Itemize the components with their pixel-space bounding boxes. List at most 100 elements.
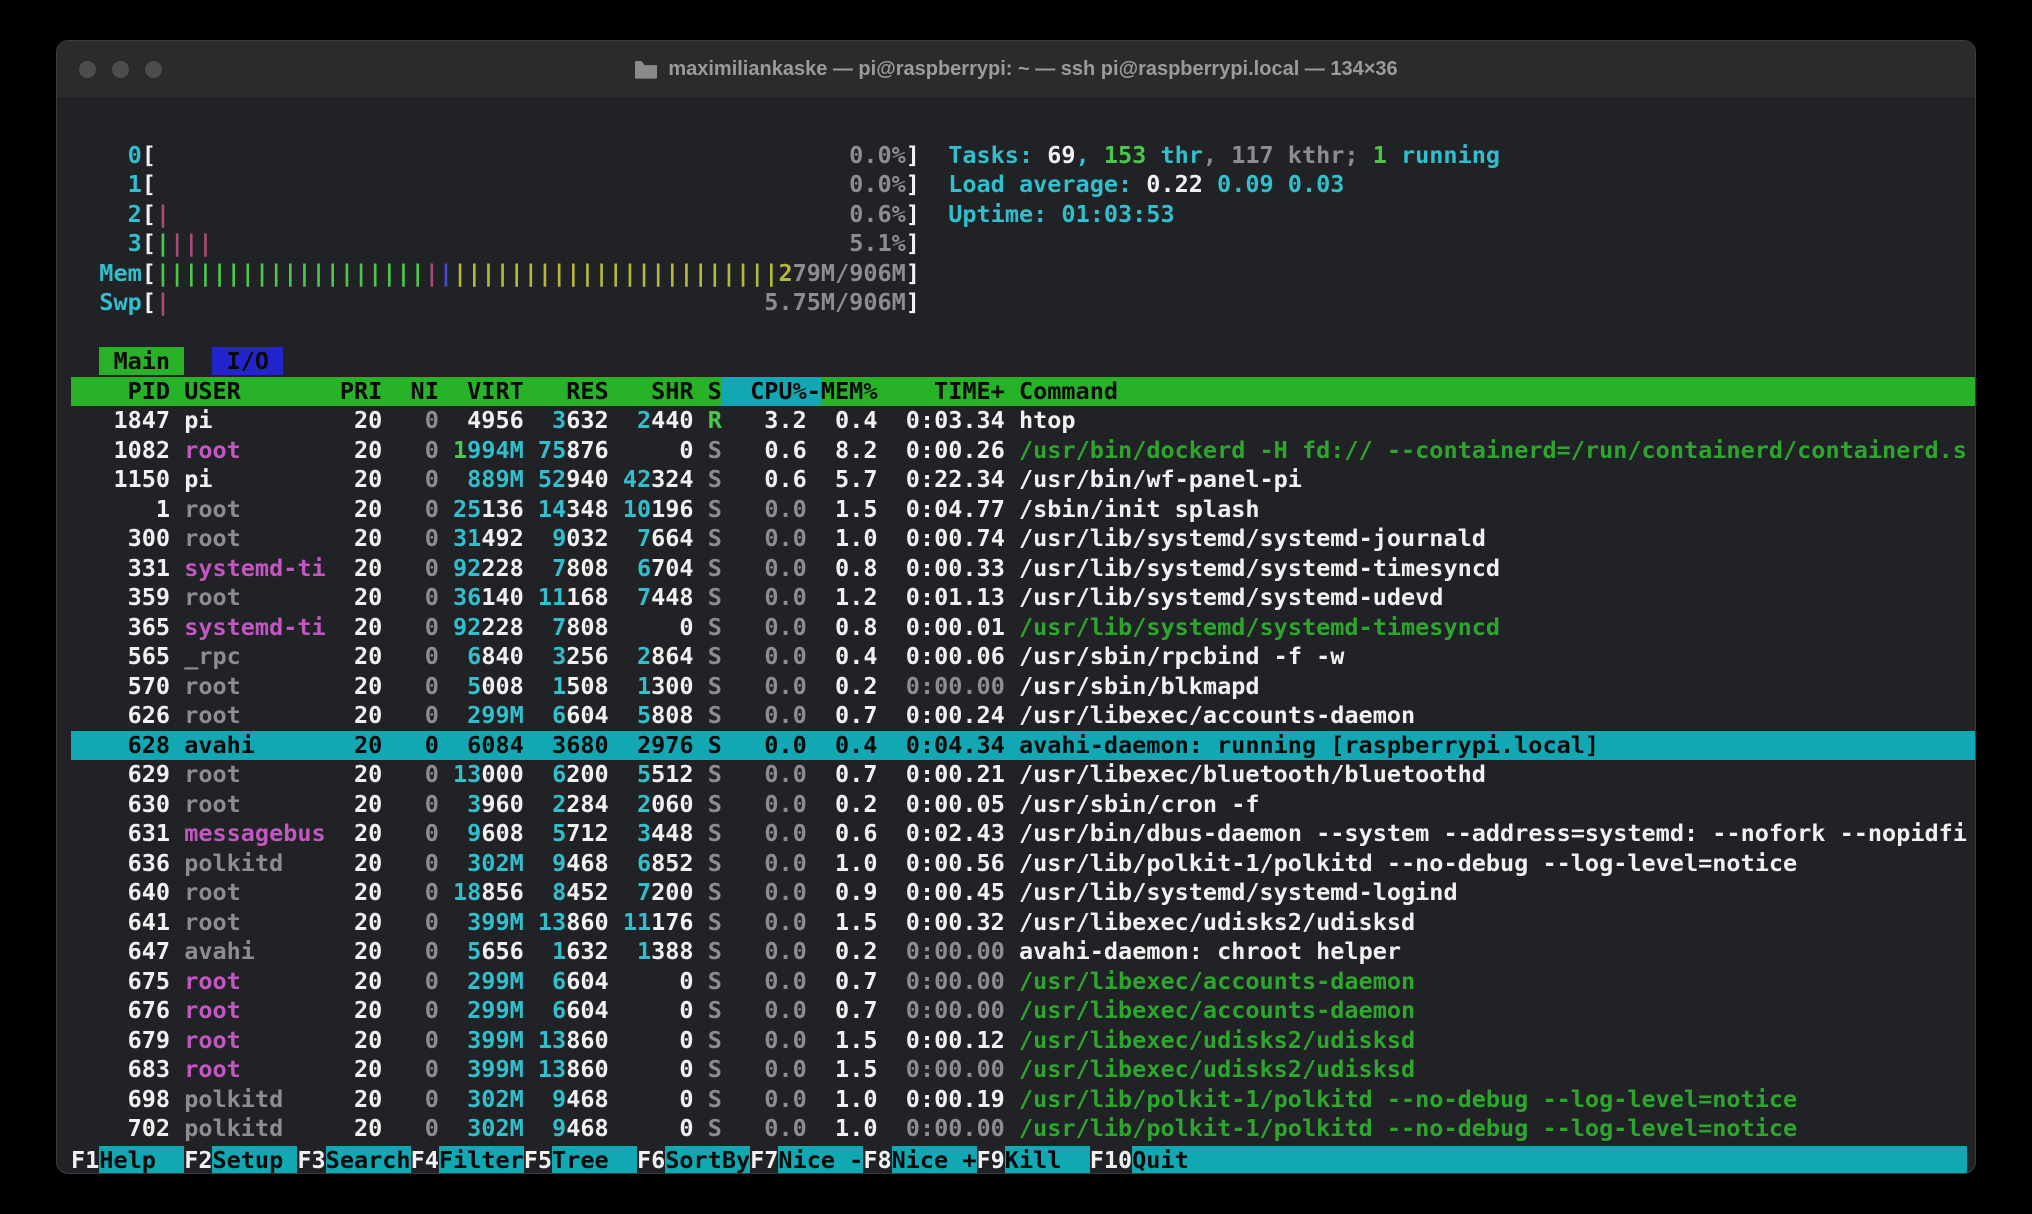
- process-row-300[interactable]: 300 root 20 0 31492 9032 7664 S 0.0 1.0 …: [71, 524, 1975, 554]
- process-row-630[interactable]: 630 root 20 0 3960 2284 2060 S 0.0 0.2 0…: [71, 790, 1975, 820]
- process-user: root: [184, 583, 325, 611]
- process-row-631[interactable]: 631 messagebus 20 0 9608 5712 3448 S 0.0…: [71, 819, 1975, 849]
- column-header-res[interactable]: RES: [524, 377, 609, 405]
- process-nice: 0: [382, 760, 439, 788]
- process-time: 0:00.00: [878, 937, 1005, 965]
- process-row-1[interactable]: 1 root 20 0 25136 14348 10196 S 0.0 1.5 …: [71, 495, 1975, 525]
- process-row-641[interactable]: 641 root 20 0 399M 13860 11176 S 0.0 1.5…: [71, 908, 1975, 938]
- process-pid: 565: [71, 642, 184, 670]
- process-row-628[interactable]: 628 avahi 20 0 6084 3680 2976 S 0.0 0.4 …: [71, 731, 1975, 761]
- process-time: 0:00.74: [878, 524, 1005, 552]
- process-state: S: [694, 672, 722, 700]
- window-title-text: maximiliankaske — pi@raspberrypi: ~ — ss…: [668, 58, 1397, 81]
- process-command: /usr/lib/systemd/systemd-timesyncd: [1005, 613, 1500, 641]
- column-header-ni[interactable]: NI: [382, 377, 439, 405]
- tab-main[interactable]: Main: [99, 347, 184, 375]
- process-command: /usr/libexec/accounts-daemon: [1005, 701, 1415, 729]
- process-cpu: 0.0: [722, 701, 807, 729]
- minimize-button-icon[interactable]: [112, 61, 129, 78]
- process-nice: 0: [382, 849, 439, 877]
- tab-io[interactable]: I/O: [212, 347, 283, 375]
- process-command: /usr/sbin/cron -f: [1005, 790, 1260, 818]
- process-row-331[interactable]: 331 systemd-ti 20 0 92228 7808 6704 S 0.…: [71, 554, 1975, 584]
- process-time: 0:00.56: [878, 849, 1005, 877]
- process-mem: 1.5: [807, 1055, 878, 1083]
- process-user: root: [184, 1026, 325, 1054]
- column-header-pri[interactable]: PRI: [326, 377, 383, 405]
- fkey-setup[interactable]: F2Setup: [184, 1146, 297, 1174]
- process-state: S: [694, 760, 722, 788]
- fkey-quit[interactable]: F10Quit: [1090, 1146, 1217, 1174]
- fkey-kill[interactable]: F9Kill: [977, 1146, 1090, 1174]
- process-row-1150[interactable]: 1150 pi 20 0 889M 52940 42324 S 0.6 5.7 …: [71, 465, 1975, 495]
- fkey-nice-[interactable]: F8Nice +: [863, 1146, 976, 1174]
- column-header-mem[interactable]: MEM%: [821, 377, 878, 405]
- process-user: root: [184, 878, 325, 906]
- cpu2-meter: 2[| 0.6%] Uptime: 01:03:53: [71, 200, 1975, 230]
- fkey-tree[interactable]: F5Tree: [524, 1146, 637, 1174]
- process-nice: 0: [382, 819, 439, 847]
- process-pid: 630: [71, 790, 184, 818]
- process-row-636[interactable]: 636 polkitd 20 0 302M 9468 6852 S 0.0 1.…: [71, 849, 1975, 879]
- column-header-shr[interactable]: SHR: [609, 377, 694, 405]
- column-header-pid[interactable]: PID: [71, 377, 184, 405]
- process-row-702[interactable]: 702 polkitd 20 0 302M 9468 0 S 0.0 1.0 0…: [71, 1114, 1975, 1144]
- process-row-365[interactable]: 365 systemd-ti 20 0 92228 7808 0 S 0.0 0…: [71, 613, 1975, 643]
- process-pid: 641: [71, 908, 184, 936]
- fkey-help[interactable]: F1Help: [71, 1146, 184, 1174]
- process-mem: 1.5: [807, 495, 878, 523]
- process-priority: 20: [326, 790, 383, 818]
- process-cpu: 0.0: [722, 495, 807, 523]
- process-row-679[interactable]: 679 root 20 0 399M 13860 0 S 0.0 1.5 0:0…: [71, 1026, 1975, 1056]
- process-user: systemd-ti: [184, 613, 325, 641]
- process-row-675[interactable]: 675 root 20 0 299M 6604 0 S 0.0 0.7 0:00…: [71, 967, 1975, 997]
- process-cpu: 0.0: [722, 554, 807, 582]
- process-row-565[interactable]: 565 _rpc 20 0 6840 3256 2864 S 0.0 0.4 0…: [71, 642, 1975, 672]
- folder-icon: [634, 60, 658, 79]
- window-title: maximiliankaske — pi@raspberrypi: ~ — ss…: [634, 58, 1397, 81]
- column-header-cpu-sorted[interactable]: CPU%-: [722, 377, 821, 405]
- process-command: /usr/lib/polkit-1/polkitd --no-debug --l…: [1005, 849, 1797, 877]
- process-row-1082[interactable]: 1082 root 20 0 1994M 75876 0 S 0.6 8.2 0…: [71, 436, 1975, 466]
- process-state: S: [694, 554, 722, 582]
- process-time: 0:00.45: [878, 878, 1005, 906]
- column-header-state[interactable]: S: [694, 377, 722, 405]
- column-header-command[interactable]: Command: [1005, 377, 1118, 405]
- process-mem: 0.6: [807, 819, 878, 847]
- meter-bars: |||||||||||||||||||||||: [453, 259, 778, 287]
- process-cpu: 0.0: [722, 937, 807, 965]
- terminal-content[interactable]: 0[ 0.0%] Tasks: 69, 153 thr, 117 kthr; 1…: [57, 99, 1975, 1174]
- process-row-698[interactable]: 698 polkitd 20 0 302M 9468 0 S 0.0 1.0 0…: [71, 1085, 1975, 1115]
- process-row-626[interactable]: 626 root 20 0 299M 6604 5808 S 0.0 0.7 0…: [71, 701, 1975, 731]
- process-nice: 0: [382, 996, 439, 1024]
- process-nice: 0: [382, 672, 439, 700]
- fkey-sortby[interactable]: F6SortBy: [637, 1146, 750, 1174]
- process-cpu: 0.0: [722, 996, 807, 1024]
- process-row-570[interactable]: 570 root 20 0 5008 1508 1300 S 0.0 0.2 0…: [71, 672, 1975, 702]
- process-row-1847[interactable]: 1847 pi 20 0 4956 3632 2440 R 3.2 0.4 0:…: [71, 406, 1975, 436]
- process-row-683[interactable]: 683 root 20 0 399M 13860 0 S 0.0 1.5 0:0…: [71, 1055, 1975, 1085]
- process-row-647[interactable]: 647 avahi 20 0 5656 1632 1388 S 0.0 0.2 …: [71, 937, 1975, 967]
- process-row-640[interactable]: 640 root 20 0 18856 8452 7200 S 0.0 0.9 …: [71, 878, 1975, 908]
- process-priority: 20: [326, 495, 383, 523]
- fkey-nice-[interactable]: F7Nice -: [750, 1146, 863, 1174]
- close-button-icon[interactable]: [79, 61, 96, 78]
- process-pid: 365: [71, 613, 184, 641]
- column-header-virt[interactable]: VIRT: [439, 377, 524, 405]
- column-header-time[interactable]: TIME+: [877, 377, 1004, 405]
- process-pid: 631: [71, 819, 184, 847]
- uptime: Uptime: 01:03:53: [948, 200, 1174, 228]
- process-cpu: 0.0: [722, 1114, 807, 1142]
- column-header-user[interactable]: USER: [184, 377, 325, 405]
- zoom-button-icon[interactable]: [145, 61, 162, 78]
- process-priority: 20: [326, 878, 383, 906]
- process-command: /usr/bin/wf-panel-pi: [1005, 465, 1302, 493]
- process-row-359[interactable]: 359 root 20 0 36140 11168 7448 S 0.0 1.2…: [71, 583, 1975, 613]
- fkey-filter[interactable]: F4Filter: [411, 1146, 524, 1174]
- process-mem: 5.7: [807, 465, 878, 493]
- process-row-629[interactable]: 629 root 20 0 13000 6200 5512 S 0.0 0.7 …: [71, 760, 1975, 790]
- process-nice: 0: [382, 436, 439, 464]
- fkey-search[interactable]: F3Search: [297, 1146, 410, 1174]
- process-row-676[interactable]: 676 root 20 0 299M 6604 0 S 0.0 0.7 0:00…: [71, 996, 1975, 1026]
- process-mem: 0.2: [807, 937, 878, 965]
